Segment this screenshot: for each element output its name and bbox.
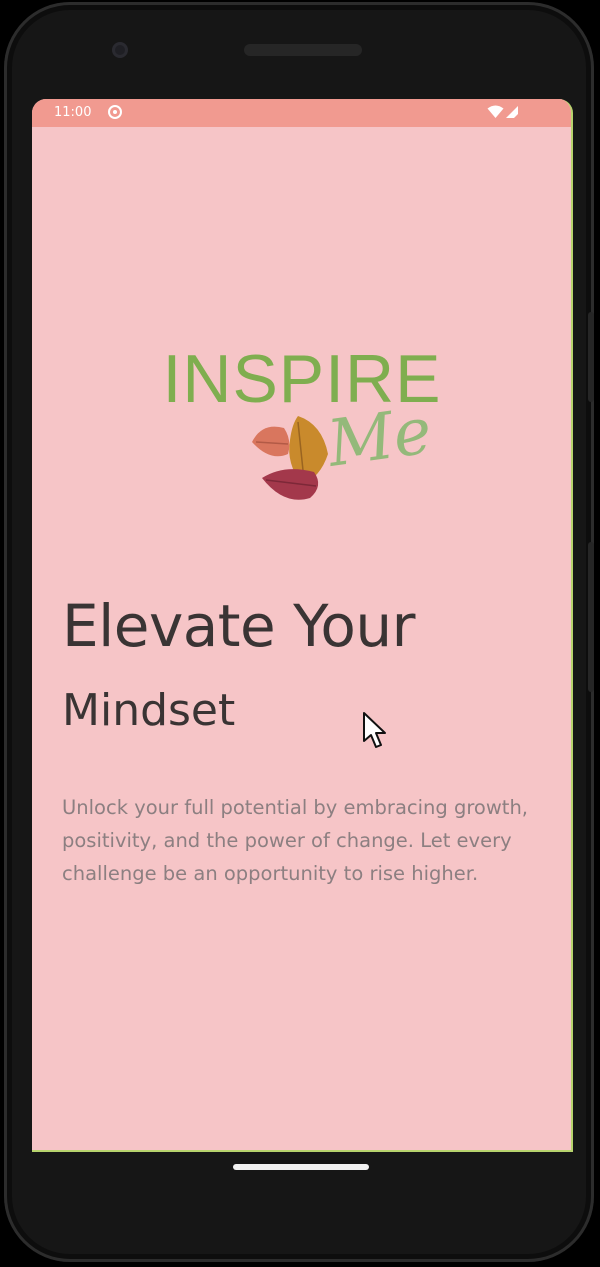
home-indicator[interactable] [233,1164,369,1170]
notification-app-icon [108,105,122,119]
subheadline: Mindset [62,685,236,736]
autumn-leaves-icon [252,416,328,500]
power-button [588,312,594,402]
app-screen: 11:00 INSPIRE Me Elevate Your Mindset Un… [32,99,573,1152]
earpiece-speaker [244,44,362,56]
cell-signal-icon [506,106,518,118]
inspire-me-logo: INSPIRE Me [152,339,462,519]
volume-button [588,542,594,692]
headline: Elevate Your [62,592,416,660]
status-time: 11:00 [54,105,92,120]
status-icons [487,104,521,122]
mouse-pointer-icon [363,712,386,748]
wifi-icon [487,105,504,118]
front-camera [112,42,128,58]
phone-frame: 11:00 INSPIRE Me Elevate Your Mindset Un… [4,2,594,1262]
status-bar: 11:00 [32,99,571,127]
body-text: Unlock your full potential by embracing … [62,796,529,885]
